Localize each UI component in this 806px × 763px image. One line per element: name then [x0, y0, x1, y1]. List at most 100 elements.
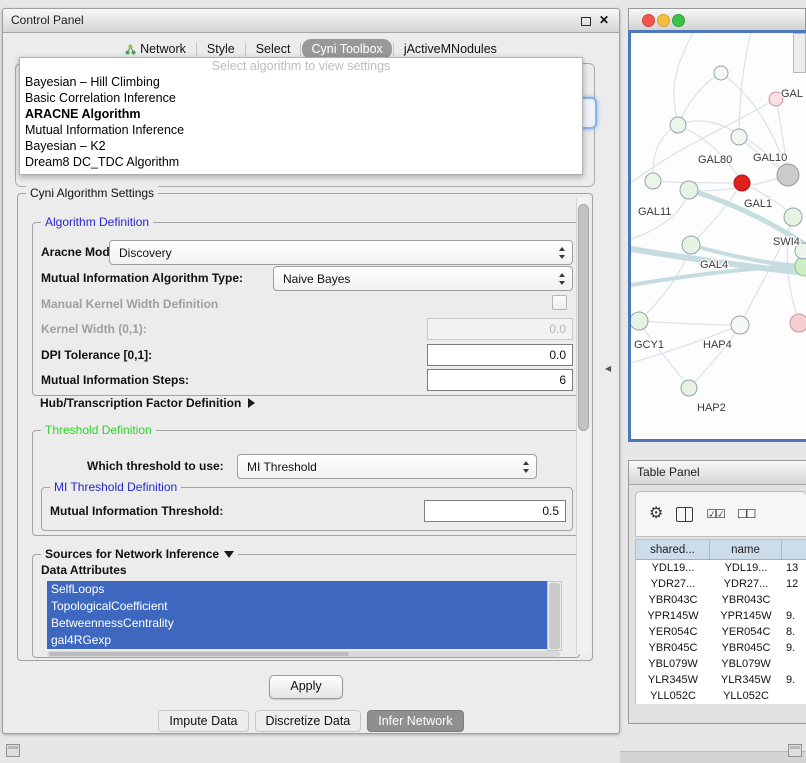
network-node[interactable] [784, 208, 802, 226]
algorithm-popup-list: Bayesian – Hill ClimbingBasic Correlatio… [20, 74, 582, 170]
tab-label: jActiveMNodules [404, 42, 497, 56]
table-cell: YDL19... [710, 560, 782, 576]
network-edge [653, 125, 678, 181]
column-header[interactable]: name [710, 540, 782, 559]
node-label: GAL4 [700, 259, 728, 271]
data-attributes-list: SelfLoopsTopologicalCoefficientBetweenne… [47, 581, 547, 649]
cyni-algorithm-settings-group: Cyni Algorithm Settings Algorithm Defini… [17, 193, 593, 661]
float-window-icon[interactable] [581, 17, 591, 26]
column-header[interactable]: shared... [636, 540, 710, 559]
table-cell: 9. [782, 608, 806, 624]
table-row[interactable]: YLL052CYLL052C [636, 688, 806, 704]
scrollbar-thumb[interactable] [549, 583, 560, 649]
panel-collapse-arrow[interactable]: ◀ [605, 364, 611, 373]
tab-label: Network [140, 42, 186, 56]
network-node[interactable] [731, 129, 747, 145]
apply-button[interactable]: Apply [269, 675, 343, 699]
mi-algorithm-type-select[interactable]: Naive Bayes [273, 266, 573, 291]
data-attribute-item[interactable]: gal4RGexp [47, 632, 547, 649]
table-row[interactable]: YER054CYER054C8. [636, 624, 806, 640]
algorithm-option-mutual-information-inference[interactable]: Mutual Information Inference [20, 122, 582, 138]
network-edge [639, 321, 689, 388]
data-attribute-item[interactable]: TopologicalCoefficient [47, 598, 547, 615]
attributes-scrollbar[interactable] [547, 581, 562, 651]
network-window-titlebar[interactable] [628, 8, 806, 32]
network-node[interactable] [734, 175, 750, 191]
algorithm-option-basic-correlation-inference[interactable]: Basic Correlation Inference [20, 90, 582, 106]
bottom-tab-discretize-data[interactable]: Discretize Data [255, 710, 362, 732]
table-cell: YDL19... [636, 560, 710, 576]
network-node[interactable] [680, 181, 698, 199]
table-cell: YLR345W [636, 672, 710, 688]
deselect-all-icon[interactable]: ☐☐ [737, 507, 755, 521]
settings-scrollbar[interactable] [576, 198, 590, 654]
aracne-mode-select[interactable]: Discovery [109, 240, 573, 265]
network-scrollbar[interactable] [793, 33, 806, 73]
data-attribute-item[interactable]: BetweennessCentrality [47, 615, 547, 632]
table-cell: 9. [782, 672, 806, 688]
table-cell: YLR345W [710, 672, 782, 688]
bottom-tab-impute-data[interactable]: Impute Data [158, 710, 248, 732]
column-header[interactable] [782, 540, 806, 559]
column-chooser-icon[interactable] [676, 507, 693, 522]
mi-steps-input[interactable]: 6 [427, 369, 573, 391]
network-canvas[interactable]: GAL80GAL11GAL10GAL1SWI4GAL4GCY1HAP4HAP2G… [631, 33, 806, 439]
mi-threshold-input[interactable]: 0.5 [424, 500, 566, 522]
table-row[interactable]: YBR043CYBR043C [636, 592, 806, 608]
tab-network[interactable]: Network [116, 39, 195, 59]
node-label: GAL1 [744, 198, 772, 210]
bottom-tab-infer-network[interactable]: Infer Network [367, 710, 463, 732]
network-node[interactable] [777, 164, 799, 186]
data-attribute-item[interactable]: SelfLoops [47, 581, 547, 598]
threshold-type-select[interactable]: MI Threshold [237, 454, 537, 479]
network-node[interactable] [670, 117, 686, 133]
hub-definition-toggle[interactable]: Hub/Transcription Factor Definition [40, 396, 255, 410]
table-panel-titlebar[interactable]: Table Panel [629, 461, 806, 485]
tab-jactivemnodules[interactable]: jActiveMNodules [395, 39, 506, 59]
table-row[interactable]: YBL079WYBL079W [636, 656, 806, 672]
network-node[interactable] [645, 173, 661, 189]
algorithm-option-dream8-dc-tdc-algorithm[interactable]: Dream8 DC_TDC Algorithm [20, 154, 582, 170]
table-row[interactable]: YDR27...YDR27...12 [636, 576, 806, 592]
scrollbar-thumb[interactable] [578, 204, 589, 431]
tab-label: Style [207, 42, 235, 56]
dock-panel-icon-left[interactable] [6, 744, 20, 757]
table-row[interactable]: YLR345WYLR345W9. [636, 672, 806, 688]
algorithm-option-aracne-algorithm[interactable]: ARACNE Algorithm [20, 106, 582, 122]
table-row[interactable]: YDL19...YDL19...13 [636, 560, 806, 576]
dpi-tolerance-label: DPI Tolerance [0,1]: [41, 348, 152, 362]
dpi-tolerance-input[interactable]: 0.0 [427, 344, 573, 366]
table-panel-window: Table Panel ⚙ ☑☑ ☐☐ shared...name YDL19.… [628, 460, 806, 724]
network-node[interactable] [681, 380, 697, 396]
table-cell: YPR145W [710, 608, 782, 624]
algorithm-option-bayesian-k2[interactable]: Bayesian – K2 [20, 138, 582, 154]
minimize-traffic-light[interactable] [657, 14, 670, 27]
threshold-definition-legend: Threshold Definition [41, 423, 156, 437]
algorithm-definition-group: Algorithm Definition Aracne Mode: Discov… [32, 222, 580, 396]
network-node[interactable] [682, 236, 700, 254]
network-node[interactable] [714, 66, 728, 80]
network-node[interactable] [731, 316, 749, 334]
tab-style[interactable]: Style [198, 39, 244, 59]
tab-select[interactable]: Select [247, 39, 300, 59]
control-panel-titlebar[interactable]: Control Panel ✕ [3, 9, 619, 33]
combo-arrows-icon [523, 461, 530, 473]
close-window-icon[interactable]: ✕ [599, 13, 609, 27]
close-traffic-light[interactable] [642, 14, 655, 27]
table-settings-gear-icon[interactable]: ⚙ [649, 506, 663, 522]
scrollbar-thumb[interactable] [49, 652, 349, 656]
mi-type-label: Mutual Information Algorithm Type: [41, 271, 243, 285]
table-row[interactable]: YBR045CYBR045C9. [636, 640, 806, 656]
sources-toggle[interactable]: Sources for Network Inference [41, 547, 238, 561]
table-row[interactable]: YPR145WYPR145W9. [636, 608, 806, 624]
dock-panel-icon-right[interactable] [788, 744, 802, 757]
network-node[interactable] [631, 312, 648, 330]
table-cell: YDR27... [636, 576, 710, 592]
select-all-icon[interactable]: ☑☑ [706, 507, 724, 521]
algorithm-option-bayesian-hill-climbing[interactable]: Bayesian – Hill Climbing [20, 74, 582, 90]
zoom-traffic-light[interactable] [672, 14, 685, 27]
expand-arrow-icon [248, 398, 255, 408]
tab-cyni-toolbox[interactable]: Cyni Toolbox [302, 39, 391, 59]
network-node[interactable] [790, 314, 806, 332]
attributes-hscrollbar[interactable] [47, 651, 560, 657]
